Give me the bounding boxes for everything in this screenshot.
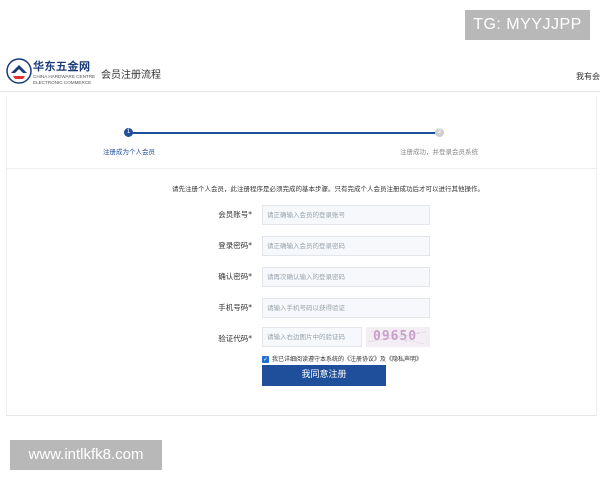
captcha-input[interactable]: 请输入右边图片中的验证码 (262, 327, 362, 347)
confirm-password-label: 确认密码* (218, 272, 252, 281)
confirm-password-input[interactable]: 请再次确认输入的登录密码 (262, 267, 430, 287)
logo-subtitle-1: CHINA HARDWARE CENTRE (33, 74, 96, 79)
page-title: 会员注册流程 (101, 70, 161, 81)
step-2-marker: 2 (435, 128, 444, 137)
privacy-link[interactable]: 《隐私声明》 (386, 356, 422, 363)
account-input[interactable]: 请正确输入会员的登录账号 (262, 205, 430, 225)
step-2-label: 注册成功，并登录会员系统 (400, 148, 478, 156)
step-1-label: 注册成为个人会员 (103, 148, 155, 156)
login-link[interactable]: 我有会 (576, 71, 600, 82)
progress-line-active (128, 132, 440, 134)
site-header: 华东五金网 CHINA HARDWARE CENTRE ELECTRONIC C… (0, 52, 600, 92)
watermark-bottom: www.intlkfk8.com (10, 440, 162, 470)
logo-name: 华东五金网 (33, 60, 91, 73)
logo-text: 华东五金网 CHINA HARDWARE CENTRE ELECTRONIC C… (33, 58, 95, 85)
captcha-code: 09650 (373, 329, 418, 344)
captcha-label: 验证代码* (218, 334, 252, 343)
account-label: 会员账号* (218, 210, 252, 219)
terms-link[interactable]: 《注册协议》 (344, 356, 380, 363)
agreement-checkbox[interactable]: ✓ (262, 356, 269, 363)
phone-label: 手机号码* (218, 303, 252, 312)
captcha-image[interactable]: 09650 (366, 327, 430, 347)
logo-icon (6, 58, 32, 84)
password-input[interactable]: 请正确输入会员的登录密码 (262, 236, 430, 256)
step-1-marker: 1 (124, 128, 133, 137)
register-button[interactable]: 我同意注册 (262, 365, 386, 386)
intro-text: 请先注册个人会员，此注册程序是必须完成的基本步骤。只有完成个人会员注册成功后才可… (172, 185, 484, 193)
phone-input[interactable]: 请输入手机号码以获得验证 (262, 298, 430, 318)
agreement-text: 我已详细阅读遵守本系统的《注册协议》及《隐私声明》 (272, 355, 422, 364)
agreement-prefix: 我已详细阅读遵守本系统的 (272, 356, 345, 363)
logo-subtitle-2: ELECTRONIC COMMERCE (33, 79, 92, 85)
password-label: 登录密码* (218, 241, 252, 250)
divider (6, 168, 597, 169)
watermark-top: TG: MYYJJPP (465, 10, 590, 40)
